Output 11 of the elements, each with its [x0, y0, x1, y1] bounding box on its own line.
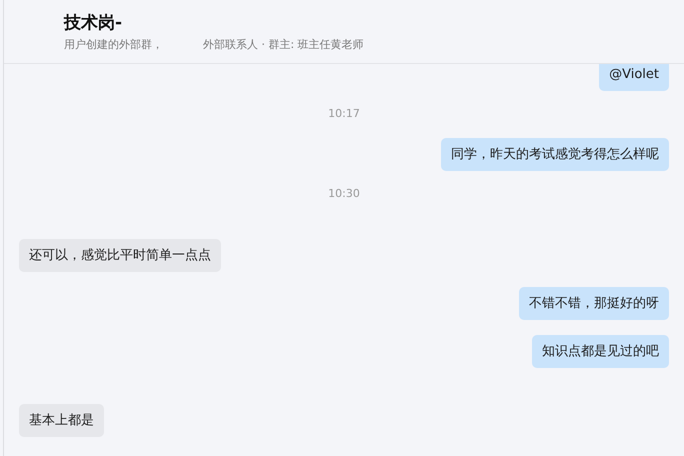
timestamp: 10:17 [328, 106, 360, 122]
chat-title: 技术岗- [64, 12, 124, 35]
sent-message-bubble: 同学，昨天的考试感觉考得怎么样呢 [441, 138, 669, 171]
group-info-text: 外部联系人 · 群主: 班主任黄老师 [203, 37, 364, 53]
received-message-bubble: 还可以，感觉比平时简单一点点 [19, 239, 221, 272]
timestamp: 10:30 [328, 186, 360, 202]
sent-message-bubble: 知识点都是见过的吧 [532, 335, 669, 368]
received-message-bubble: 基本上都是 [19, 404, 104, 437]
sent-message-bubble: 不错不错，那挺好的呀 [519, 287, 669, 320]
sent-message-bubble: @Violet [599, 64, 669, 91]
group-info-text: 用户创建的外部群， [64, 37, 163, 53]
